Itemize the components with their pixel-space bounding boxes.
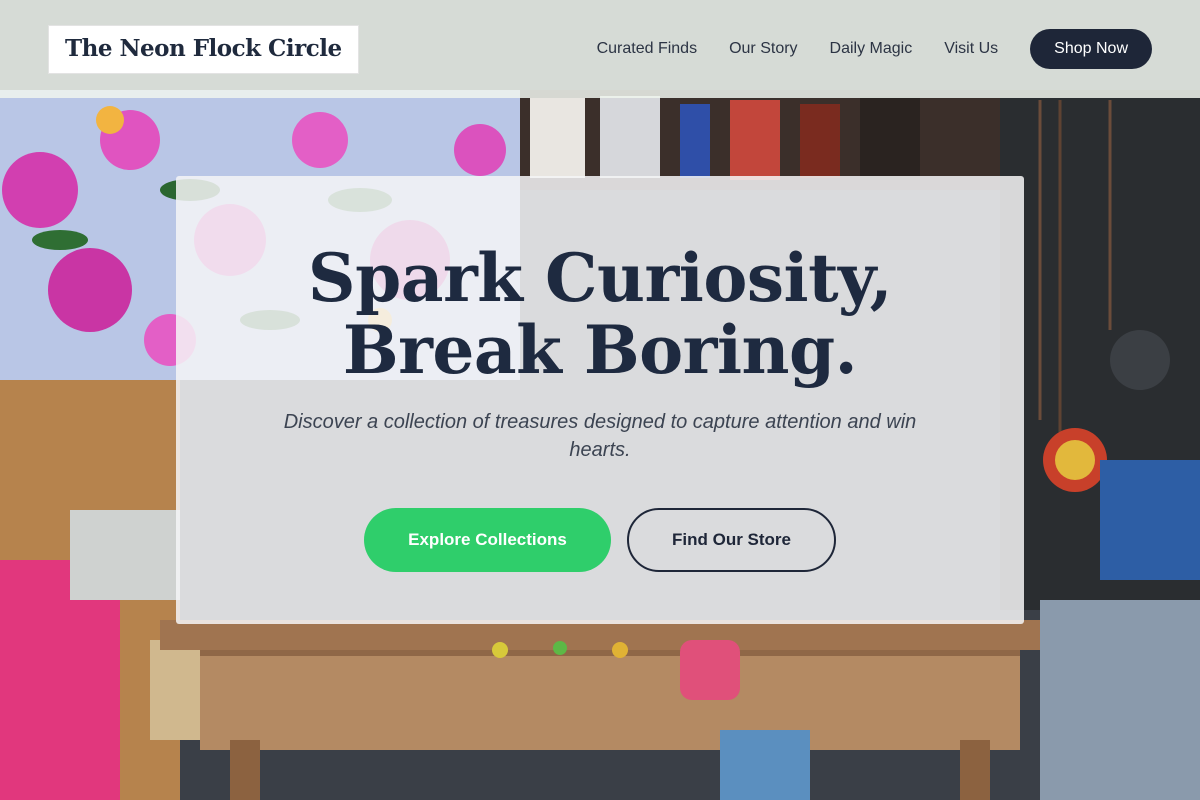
brand-logo[interactable]: The Neon Flock Circle xyxy=(48,24,359,74)
site-header: The Neon Flock Circle Curated Finds Our … xyxy=(0,0,1200,98)
nav-link-curated-finds[interactable]: Curated Finds xyxy=(597,40,698,58)
hero-cta-row: Explore Collections Find Our Store xyxy=(364,508,836,572)
main-nav: Curated Finds Our Story Daily Magic Visi… xyxy=(597,29,1152,69)
hero-title-line-2: Break Boring. xyxy=(342,311,858,389)
hero-subtitle: Discover a collection of treasures desig… xyxy=(283,411,917,461)
shop-now-button[interactable]: Shop Now xyxy=(1030,29,1152,69)
hero-card: Spark Curiosity, Break Boring. Discover … xyxy=(176,176,1024,624)
nav-link-daily-magic[interactable]: Daily Magic xyxy=(830,40,913,58)
hero-title: Spark Curiosity, Break Boring. xyxy=(307,239,893,389)
hero-title-line-1: Spark Curiosity, xyxy=(307,239,893,317)
explore-collections-button[interactable]: Explore Collections xyxy=(364,508,611,572)
nav-link-our-story[interactable]: Our Story xyxy=(729,40,797,58)
find-our-store-button[interactable]: Find Our Store xyxy=(627,508,836,572)
nav-link-visit-us[interactable]: Visit Us xyxy=(944,40,998,58)
